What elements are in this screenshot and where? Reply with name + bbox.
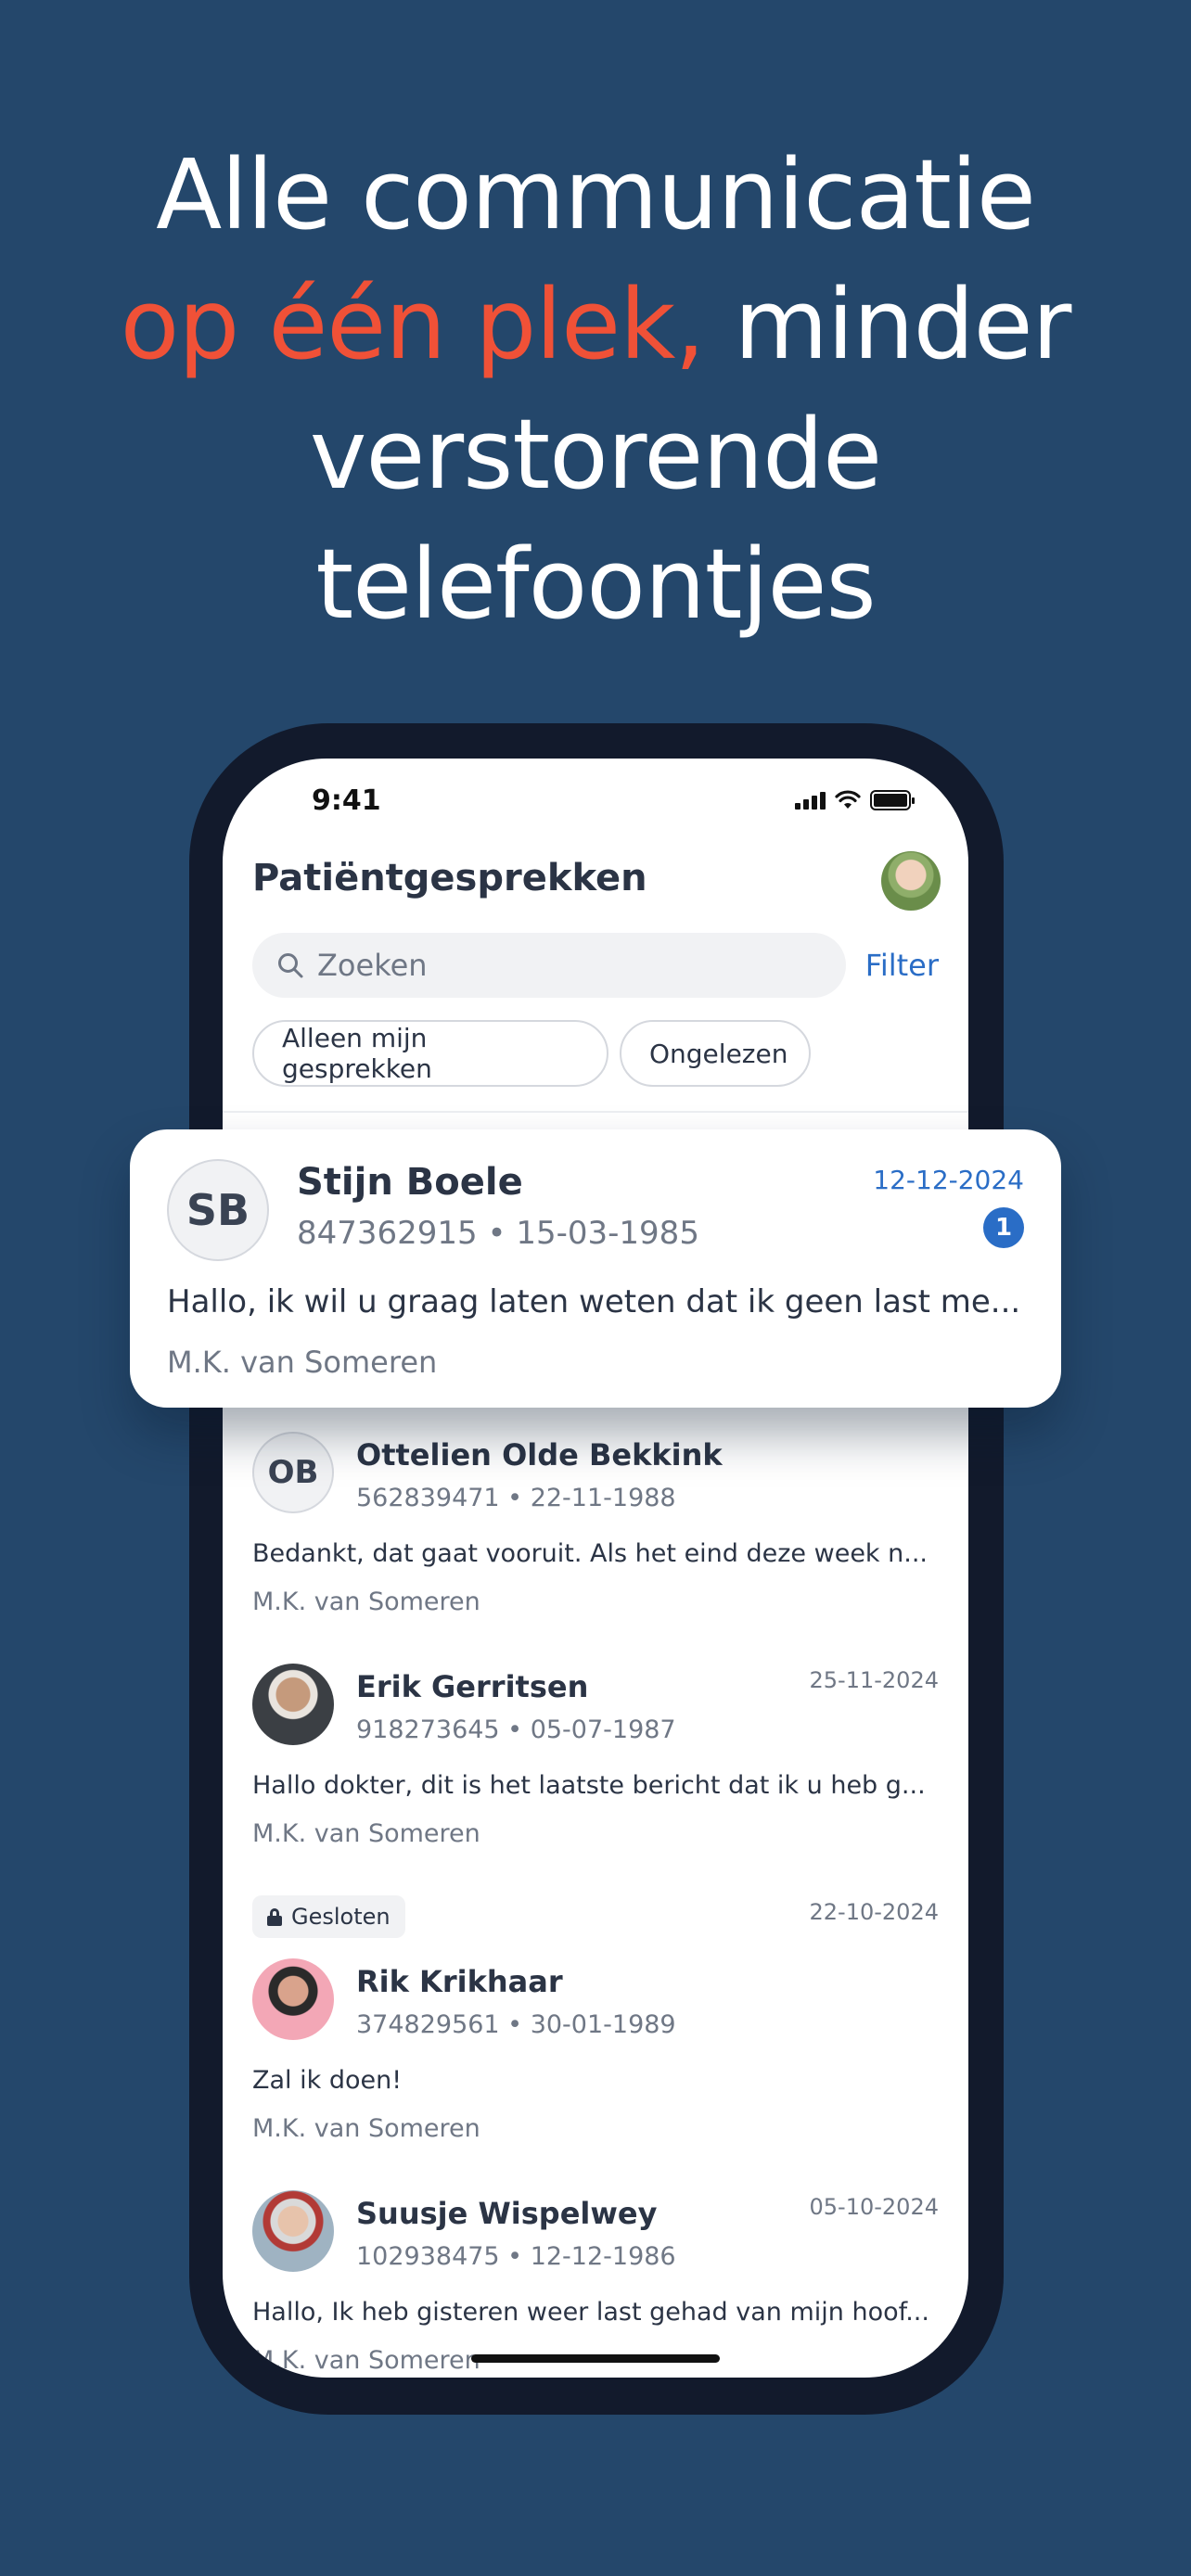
conversation-date: 12-12-2024 [873, 1165, 1024, 1195]
status-badge-label: Gesloten [291, 1904, 391, 1930]
avatar [252, 2190, 334, 2272]
conversation-message: Zal ik doen! [252, 2066, 403, 2095]
chip-my-conversations[interactable]: Alleen mijn gesprekken [252, 1020, 608, 1087]
headline-line-2: op één plek, minder [0, 260, 1191, 389]
conversation-name: Erik Gerritsen [356, 1669, 589, 1704]
conversation-item[interactable]: OB Ottelien Olde Bekkink 562839471 • 22-… [252, 1432, 939, 1617]
conversation-item[interactable]: Erik Gerritsen 25-11-2024 918273645 • 05… [252, 1664, 939, 1849]
battery-icon [870, 790, 915, 810]
avatar: SB [167, 1159, 269, 1261]
conversation-date: 25-11-2024 [809, 1667, 939, 1693]
conversation-date: 22-10-2024 [809, 1899, 939, 1925]
chip-unread[interactable]: Ongelezen [620, 1020, 811, 1087]
status-badge: Gesloten [252, 1895, 405, 1938]
home-indicator [471, 2354, 720, 2363]
unread-count-badge: 1 [983, 1207, 1024, 1248]
user-avatar[interactable] [881, 851, 941, 911]
conversation-name: Suusje Wispelwey [356, 2196, 658, 2231]
conversation-author: M.K. van Someren [167, 1345, 438, 1380]
conversation-date: 05-10-2024 [809, 2194, 939, 2220]
conversation-name: Rik Krikhaar [356, 1964, 563, 1999]
avatar: OB [252, 1432, 334, 1513]
headline-line-2-rest: minder [704, 268, 1071, 381]
conversation-meta: 102938475 • 12-12-1986 [356, 2242, 676, 2271]
status-bar: 9:41 [223, 759, 968, 842]
headline-line-4: telefoontjes [315, 528, 876, 641]
conversation-message: Hallo, ik wil u graag laten weten dat ik… [167, 1283, 1021, 1320]
lock-icon [267, 1908, 282, 1926]
conversation-message: Hallo, Ik heb gisteren weer last gehad v… [252, 2298, 929, 2327]
conversation-meta: 562839471 • 22-11-1988 [356, 1484, 676, 1512]
wifi-icon [835, 790, 861, 809]
search-placeholder: Zoeken [317, 948, 428, 983]
featured-conversation-card[interactable]: SB Stijn Boele 847362915 • 15-03-1985 12… [130, 1129, 1061, 1408]
conversation-meta: 847362915 • 15-03-1985 [297, 1215, 699, 1252]
avatar [252, 1958, 334, 2040]
conversation-item[interactable]: Suusje Wispelwey 05-10-2024 102938475 • … [252, 2190, 939, 2376]
conversation-meta: 374829561 • 30-01-1989 [356, 2010, 676, 2039]
conversation-author: M.K. van Someren [252, 2114, 480, 2143]
filter-button[interactable]: Filter [865, 948, 939, 983]
conversation-name: Ottelien Olde Bekkink [356, 1437, 723, 1473]
headline-accent: op één plek, [120, 268, 706, 381]
conversation-author: M.K. van Someren [252, 2346, 480, 2375]
page-title: Patiëntgesprekken [252, 857, 647, 899]
status-icons [795, 790, 915, 810]
divider [223, 1111, 968, 1113]
headline-line-3: verstorende [309, 398, 882, 511]
conversation-author: M.K. van Someren [252, 1588, 480, 1616]
conversation-item[interactable]: Gesloten 22-10-2024 Rik Krikhaar 3748295… [252, 1895, 939, 2146]
cellular-signal-icon [795, 791, 826, 810]
avatar [252, 1664, 334, 1745]
conversation-meta: 918273645 • 05-07-1987 [356, 1715, 676, 1744]
headline-line-1: Alle communicatie [156, 138, 1036, 251]
phone-screen: 9:41 Patiëntgesprekken Zoeken Filter All… [223, 759, 968, 2378]
search-input[interactable]: Zoeken [252, 933, 846, 998]
conversation-name: Stijn Boele [297, 1161, 523, 1204]
conversation-author: M.K. van Someren [252, 1819, 480, 1848]
search-icon [278, 953, 303, 978]
conversation-message: Hallo dokter, dit is het laatste bericht… [252, 1771, 926, 1800]
status-time: 9:41 [312, 784, 381, 817]
marketing-headline: Alle communicatie op één plek, minder ve… [0, 130, 1191, 649]
conversation-message: Bedankt, dat gaat vooruit. Als het eind … [252, 1539, 928, 1568]
